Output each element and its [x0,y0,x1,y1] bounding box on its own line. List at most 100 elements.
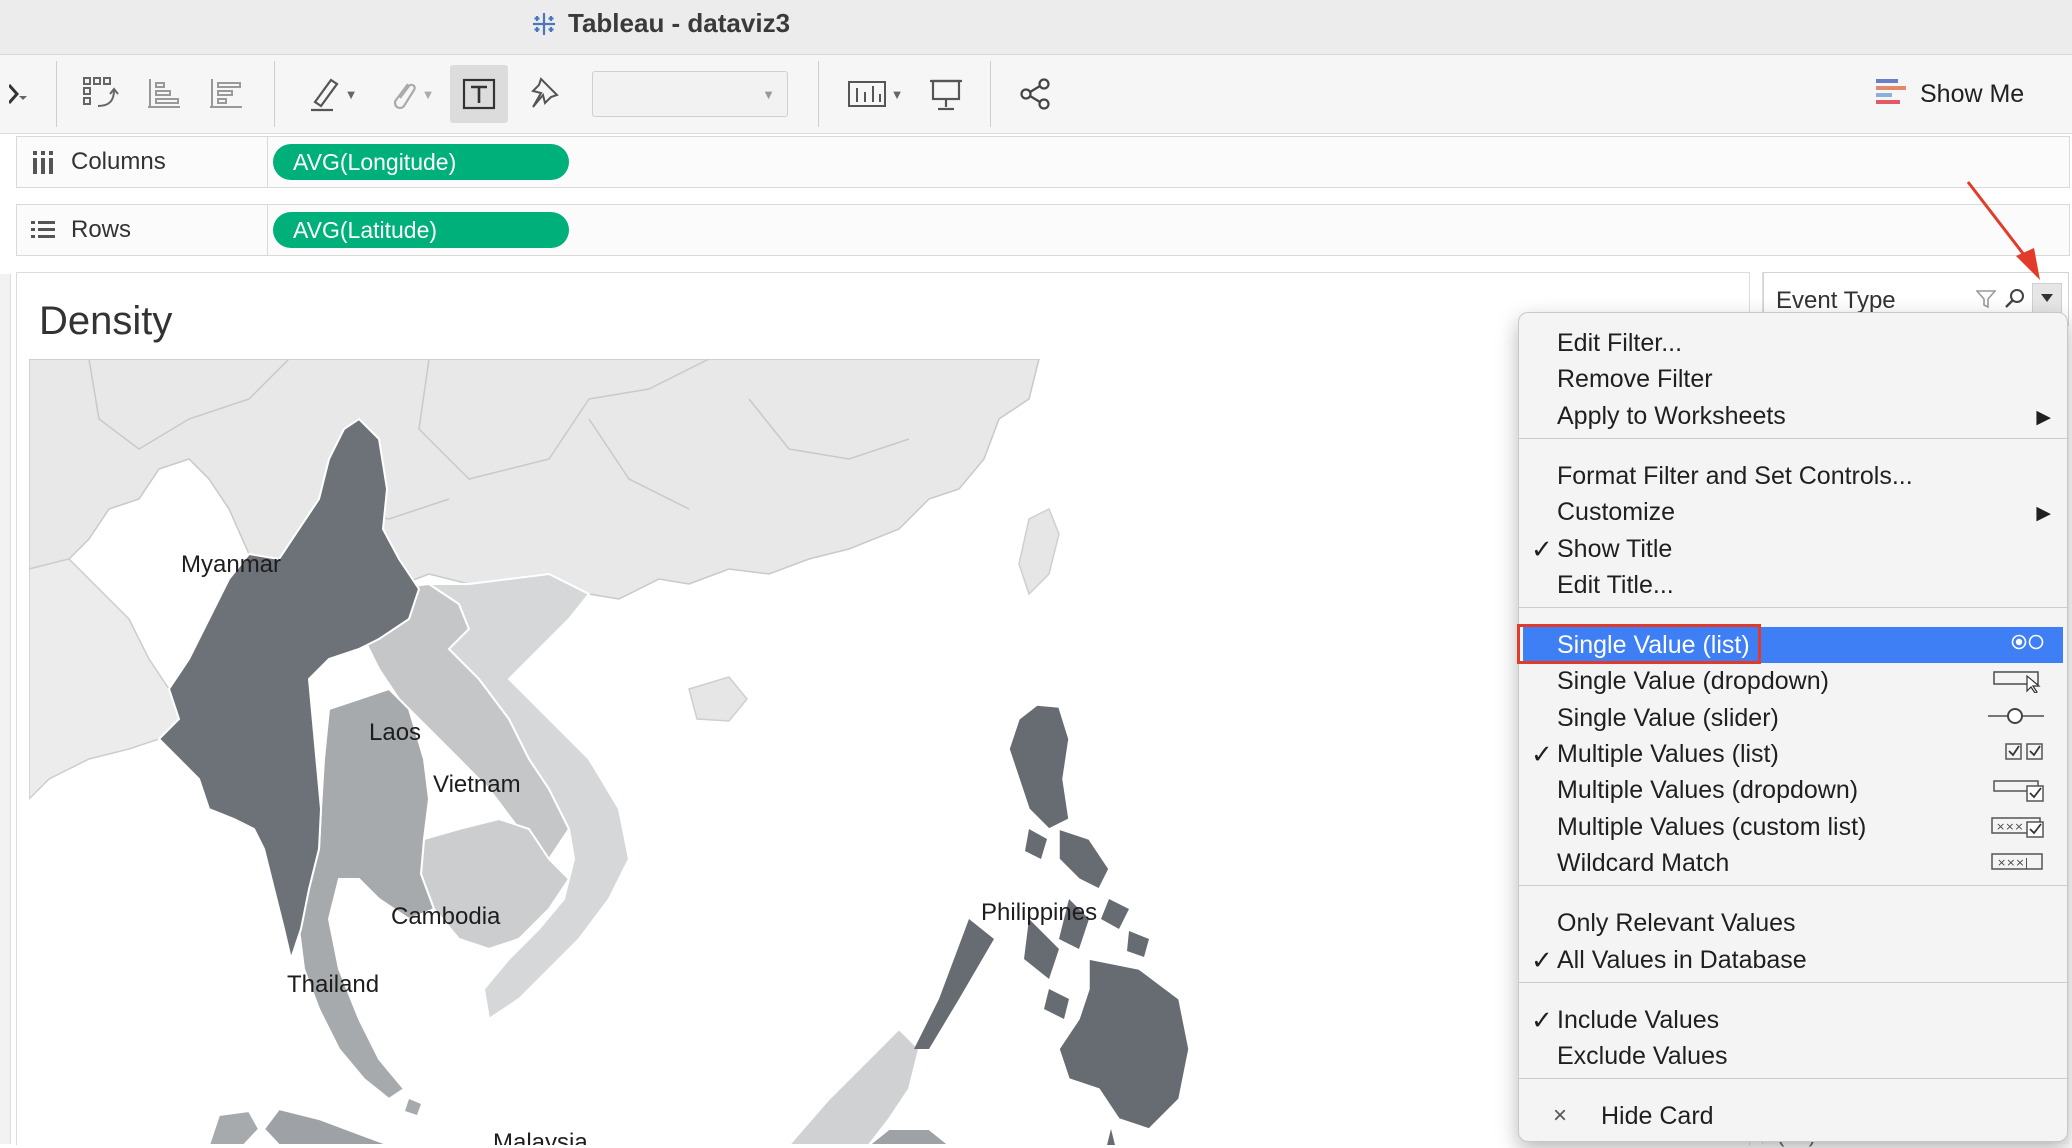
menu-item-label: Single Value (slider) [1557,703,1779,732]
menu-separator [1519,607,2067,609]
menu-item-label: All Values in Database [1557,945,1807,974]
menu-item-include-values[interactable]: ✓ Include Values [1523,1002,2063,1038]
filter-context-menu: Edit Filter... Remove Filter Apply to Work… [1517,312,2068,1142]
custom-list-icon: ××× [1991,815,2045,844]
show-me-button[interactable]: Show Me [1876,73,2024,115]
rows-shelf-header: Rows [17,205,268,255]
menu-item-edit-filter[interactable]: Edit Filter... [1523,325,2063,361]
menu-item-only-relevant-values[interactable]: Only Relevant Values [1523,905,2063,941]
latitude-pill[interactable]: AVG(Latitude) [273,212,569,248]
menu-item-label: Exclude Values [1557,1042,1728,1071]
fix-axes-button[interactable] [524,71,564,117]
submenu-arrow-icon: ▶ [2036,406,2051,428]
rows-icon [23,220,63,240]
swap-rows-columns-button[interactable] [78,71,124,117]
menu-item-customize[interactable]: Customize ▶ [1523,494,2063,530]
malaysia-shape [262,1107,390,1145]
wildcard-icon: ×××| [1991,851,2045,878]
show-cards-button[interactable]: ▼ [840,71,910,117]
annotation-arrow-icon [1966,181,2040,280]
columns-icon [23,150,63,174]
highlighter-icon [310,78,339,112]
menu-item-multiple-values-dropdown[interactable]: Multiple Values (dropdown) [1523,772,2063,808]
menu-separator [1519,437,2067,439]
menu-item-all-values-in-database[interactable]: ✓ All Values in Database [1523,942,2063,978]
undo-tool-button[interactable] [0,71,36,117]
worksheet-title: Density [39,299,173,343]
filter-card-title: Event Type [1776,287,1896,314]
menu-item-label: Multiple Values (list) [1557,740,1779,768]
window-title: Tableau - dataviz3 [568,8,791,38]
sort-descending-button[interactable] [206,71,246,117]
menu-item-exclude-values[interactable]: Exclude Values [1523,1038,2063,1074]
menu-item-label: Wildcard Match [1557,848,1730,877]
menu-item-label: Edit Title... [1557,570,1674,599]
menu-item-multiple-values-custom-list[interactable]: Multiple Values (custom list) ××× [1523,809,2063,845]
rows-shelf[interactable]: Rows AVG(Latitude) [16,204,2070,256]
menu-item-single-value-dropdown[interactable]: Single Value (dropdown) [1523,663,2063,699]
window-title-group: Tableau - dataviz3 [530,8,790,39]
country-label: Laos [369,719,422,746]
menu-item-show-title[interactable]: ✓ Show Title [1523,531,2063,567]
menu-item-label: Hide Card [1601,1102,1714,1131]
toolbar-separator [274,61,275,127]
paperclip-icon [393,83,416,110]
menu-item-label: Single Value (dropdown) [1557,667,1829,696]
slider-icon [1987,706,2045,731]
radio-list-icon [2011,633,2045,656]
menu-item-label: Show Title [1557,534,1673,563]
country-label: Philippines [981,899,1098,926]
show-me-icon [1876,79,1906,104]
menu-item-format-filter-and-set-controls[interactable]: Format Filter and Set Controls... [1523,458,2063,494]
density-map[interactable]: Myanmar Laos Vietnam Cambodia Thailand P… [29,359,1537,1145]
menu-item-label: Format Filter and Set Controls... [1557,461,1913,490]
share-icon [1020,78,1050,110]
search-icon[interactable] [2004,287,2026,314]
menu-item-edit-title[interactable]: Edit Title... [1523,567,2063,603]
menu-separator [1519,981,2067,983]
menu-separator [1519,885,2067,887]
chevron-down-icon: ▼ [344,86,358,102]
chevron-down-icon: ▼ [421,86,435,102]
presentation-icon [930,79,962,111]
annotation-highlight-box [1517,624,1761,665]
dropdown-checkbox-icon [1993,778,2045,807]
menu-item-label: Remove Filter [1557,365,1713,394]
menu-item-remove-filter[interactable]: Remove Filter [1523,361,2063,397]
show-mark-labels-button[interactable] [450,65,508,123]
checkmark-icon: ✓ [1531,1004,1553,1035]
columns-shelf-label: Columns [71,148,166,175]
menu-item-hide-card[interactable]: × Hide Card [1523,1098,2063,1134]
menu-item-apply-to-worksheets[interactable]: Apply to Worksheets ▶ [1523,398,2063,434]
group-members-button[interactable]: ▼ [378,71,444,117]
menu-item-single-value-slider[interactable]: Single Value (slider) [1523,700,2063,736]
rows-shelf-label: Rows [71,216,132,243]
longitude-pill[interactable]: AVG(Longitude) [273,144,569,180]
sort-ascending-button[interactable] [144,71,184,117]
chevron-down-icon: ▼ [762,87,775,102]
share-button[interactable] [1014,71,1056,117]
country-label: Vietnam [433,771,521,798]
checkmark-icon: ✓ [1531,739,1553,769]
fit-dropdown[interactable]: ▼ [592,71,788,117]
checkmark-icon: ✓ [1531,944,1553,975]
submenu-arrow-icon: ▶ [2036,503,2051,525]
checkmark-icon: ✓ [1531,533,1553,564]
columns-shelf[interactable]: Columns AVG(Longitude) [16,136,2070,188]
toolbar: ▼ ▼ ▼ ▼ Show Me [0,55,2072,134]
menu-item-label: Customize [1557,498,1676,527]
menu-item-label: Only Relevant Values [1557,909,1796,938]
checkbox-list-icon [2005,742,2045,767]
dropdown-cursor-icon [1993,669,2045,698]
highlight-button[interactable]: ▼ [300,71,364,117]
taiwan [1018,507,1060,596]
menu-item-wildcard-match[interactable]: Wildcard Match ×××| [1523,845,2063,881]
sort-descending-icon [210,79,242,108]
close-icon: × [1553,1102,1568,1130]
sort-ascending-icon [148,79,180,108]
menu-item-multiple-values-list[interactable]: ✓ Multiple Values (list) [1523,736,2063,772]
presentation-mode-button[interactable] [924,71,968,117]
menu-separator [1519,1078,2067,1080]
swap-icon [83,77,119,107]
filter-funnel-icon[interactable] [1975,289,1997,314]
